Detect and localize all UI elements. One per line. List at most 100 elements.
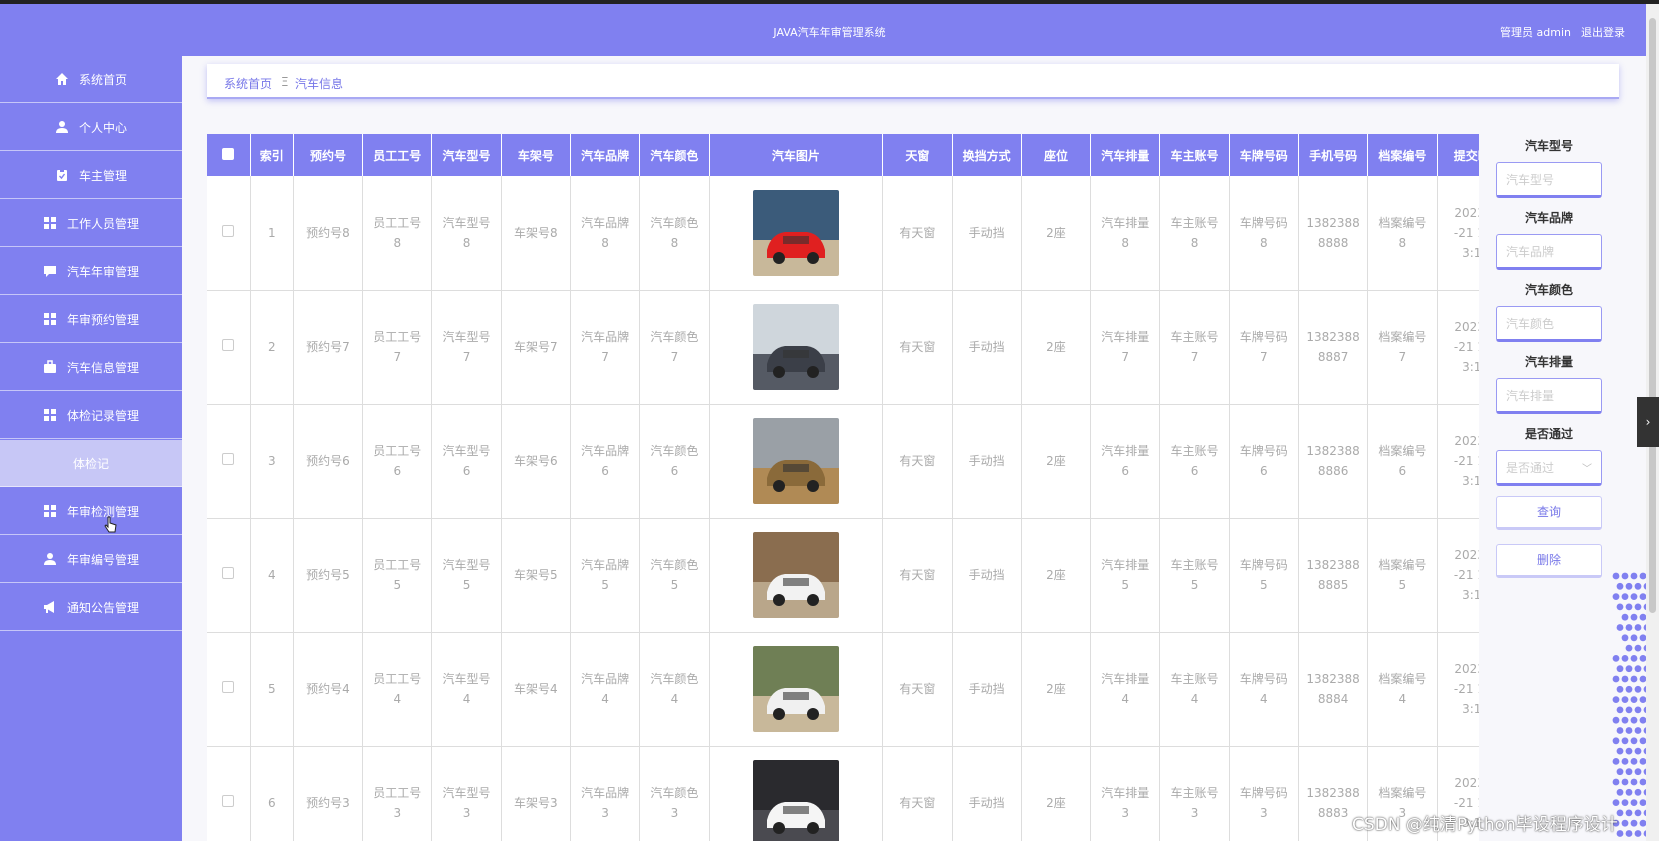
grid-icon [43,504,57,518]
column-header[interactable]: 汽车排量 [1090,134,1161,176]
sidebar-item-profile[interactable]: 个人中心 [0,104,182,151]
car-photo [752,304,839,390]
car-image-cell [709,632,884,747]
table-cell-index: 5 [250,632,294,747]
sidebar-item-review-numbers[interactable]: 年审编号管理 [0,536,182,583]
table-cell-appointment: 预约号5 [293,518,364,633]
search-button[interactable]: 查询 [1496,496,1602,530]
sidebar-item-car-info[interactable]: 汽车信息管理 [0,344,182,391]
table-row[interactable]: 3 预约号6 员工工号 6 汽车型号 6 车架号6 汽车品牌 6 汽车颜色 6 有天窗 手动挡 2… [207,404,1479,519]
column-header[interactable]: 档案编号 [1367,134,1438,176]
table-cell-frame: 车架号3 [501,746,571,841]
row-checkbox[interactable] [207,290,251,405]
delete-button[interactable]: 删除 [1496,544,1602,578]
grid-icon [43,408,57,422]
grid-icon [43,312,57,326]
table-cell-archive: 档案编号 7 [1367,290,1438,405]
table-cell-index: 2 [250,290,294,405]
breadcrumb-home[interactable]: 系统首页 [224,75,272,92]
car-info-table: 索引 预约号 员工工号 汽车型号 车架号 汽车品牌 汽车颜色 汽车图片 天窗 换… [207,134,1479,841]
current-user: 管理员 admin [1500,26,1571,39]
displacement-search-input[interactable]: 汽车排量 [1496,378,1602,414]
panel-toggle-button[interactable]: › [1637,397,1659,447]
table-cell-brand: 汽车品牌 4 [570,632,641,747]
sidebar-item-notices[interactable]: 通知公告管理 [0,584,182,631]
table-cell-staff: 员工工号 4 [362,632,433,747]
filter-label-displacement: 汽车排量 [1524,355,1573,369]
table-cell-time: 2023- -21 1( 3:1 [1437,518,1479,633]
row-checkbox[interactable] [207,176,251,291]
passed-select[interactable]: 是否通过 ﹀ [1496,450,1602,486]
row-checkbox[interactable] [207,518,251,633]
column-header[interactable]: 车牌号码 [1229,134,1299,176]
row-checkbox[interactable] [207,746,251,841]
column-header[interactable]: 汽车品牌 [570,134,641,176]
scrollbar-thumb[interactable] [1649,18,1656,613]
model-search-input[interactable]: 汽车型号 [1496,162,1602,198]
table-cell-seats: 2座 [1021,404,1092,519]
table-cell-appointment: 预约号6 [293,404,364,519]
column-header[interactable]: 换挡方式 [952,134,1022,176]
table-cell-time: 2023- -21 1( 3:1 [1437,404,1479,519]
table-cell-frame: 车架号8 [501,176,571,291]
table-cell-archive: 档案编号 8 [1367,176,1438,291]
sidebar-item-label: 汽车年审管理 [66,264,139,279]
color-search-input[interactable]: 汽车颜色 [1496,306,1602,342]
table-cell-frame: 车架号5 [501,518,571,633]
table-cell-color: 汽车颜色 3 [639,746,710,841]
table-cell-sunroof: 有天窗 [882,176,953,291]
column-header[interactable]: 索引 [250,134,294,176]
table-cell-appointment: 预约号7 [293,290,364,405]
home-icon [55,72,69,86]
watermark: CSDN @纯清Python毕设程序设计 [1352,815,1618,835]
sidebar-item-appointments[interactable]: 年审预约管理 [0,296,182,343]
user-icon [55,120,69,134]
column-header[interactable]: 座位 [1021,134,1092,176]
sidebar-item-label: 年审预约管理 [66,312,139,327]
table-row[interactable]: 2 预约号7 员工工号 7 汽车型号 7 车架号7 汽车品牌 7 汽车颜色 7 有天窗 手动挡 2… [207,290,1479,405]
sidebar-item-label: 工作人员管理 [66,216,139,231]
table-row[interactable]: 5 预约号4 员工工号 4 汽车型号 4 车架号4 汽车品牌 4 汽车颜色 4 有天窗 手动挡 2… [207,632,1479,747]
sidebar-subitem-checkup[interactable]: 体检记 [0,440,182,487]
column-header[interactable]: 员工工号 [362,134,433,176]
sidebar-item-checkup-records[interactable]: 体检记录管理 [0,392,182,439]
filter-label-brand: 汽车品牌 [1524,211,1573,225]
filter-panel: 汽车型号 汽车型号 汽车品牌 汽车品牌 汽车颜色 汽车颜色 汽车排量 汽车排量 … [1496,134,1602,578]
brand-search-input[interactable]: 汽车品牌 [1496,234,1602,270]
column-header[interactable]: 汽车颜色 [639,134,710,176]
table-cell-sunroof: 有天窗 [882,518,953,633]
sidebar-item-staff[interactable]: 工作人员管理 [0,200,182,247]
column-header[interactable]: 汽车图片 [709,134,884,176]
sidebar-item-home[interactable]: 系统首页 [0,56,182,103]
table-cell-index: 6 [250,746,294,841]
chat-icon [43,264,57,278]
column-header[interactable]: 车主账号 [1159,134,1230,176]
table-row[interactable]: 6 预约号3 员工工号 3 汽车型号 3 车架号3 汽车品牌 3 汽车颜色 3 有天窗 手动挡 2… [207,746,1479,841]
car-image-cell [709,290,884,405]
column-header[interactable]: 提交时 [1437,134,1479,176]
sidebar-item-owners[interactable]: 车主管理 [0,152,182,199]
sidebar-item-annual-review[interactable]: 汽车年审管理 [0,248,182,295]
table-cell-seats: 2座 [1021,290,1092,405]
table-cell-gear: 手动挡 [952,632,1022,747]
logout-link[interactable]: 退出登录 [1581,24,1625,40]
breadcrumb-current: 汽车信息 [295,77,344,91]
table-cell-owner: 车主账号 8 [1159,176,1230,291]
table-row[interactable]: 4 预约号5 员工工号 5 汽车型号 5 车架号5 汽车品牌 5 汽车颜色 5 有天窗 手动挡 2… [207,518,1479,633]
sidebar-item-label: 汽车信息管理 [66,360,139,375]
column-header[interactable]: 预约号 [293,134,364,176]
row-checkbox[interactable] [207,632,251,747]
sidebar-item-inspection[interactable]: 年审检测管理 [0,488,182,535]
table-cell-owner: 车主账号 4 [1159,632,1230,747]
table-cell-sunroof: 有天窗 [882,632,953,747]
table-cell-gear: 手动挡 [952,404,1022,519]
table-cell-frame: 车架号4 [501,632,571,747]
column-header[interactable]: 手机号码 [1298,134,1369,176]
column-header[interactable]: 车架号 [501,134,571,176]
table-cell-model: 汽车型号 6 [431,404,502,519]
column-header[interactable]: 汽车型号 [431,134,502,176]
column-header[interactable]: 天窗 [882,134,953,176]
row-checkbox[interactable] [207,404,251,519]
table-row[interactable]: 1 预约号8 员工工号 8 汽车型号 8 车架号8 汽车品牌 8 汽车颜色 8 有天窗 手动挡 2… [207,176,1479,291]
select-all-checkbox[interactable] [207,134,251,176]
